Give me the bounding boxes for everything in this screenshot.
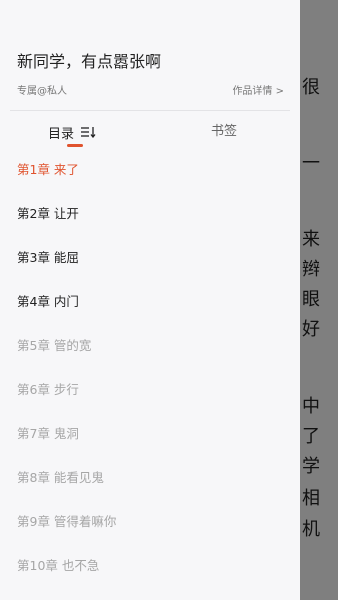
book-detail-link[interactable]: 作品详情 > [232, 82, 284, 97]
book-title: 新同学，有点嚣张啊 [17, 52, 162, 71]
tab-toc[interactable]: 目录 [48, 120, 96, 144]
book-author: 专属@私人 [17, 86, 67, 97]
sort-order-icon[interactable] [80, 126, 96, 138]
chapter-item[interactable]: 第10章 也不急 [17, 544, 99, 588]
chapter-item[interactable]: 第6章 步行 [17, 368, 79, 412]
tab-bookmark[interactable]: 书签 [211, 120, 237, 144]
chapter-item[interactable]: 第1章 来了 [17, 148, 79, 192]
header-divider [10, 110, 290, 111]
tab-toc-label: 目录 [48, 126, 75, 142]
chapter-item[interactable]: 第9章 管得着嘛你 [17, 500, 116, 544]
chapter-item[interactable]: 第7章 鬼洞 [17, 412, 79, 456]
chapter-item[interactable]: 第3章 能屈 [17, 236, 79, 280]
toc-drawer: 新同学，有点嚣张啊 专属@私人 作品详情 > 目录 书签 第1章 来了 第2章 … [0, 0, 300, 600]
chapter-item[interactable]: 第4章 内门 [17, 280, 79, 324]
chapter-item[interactable]: 第2章 让开 [17, 192, 79, 236]
tab-active-indicator [67, 144, 83, 147]
chapter-item[interactable]: 第8章 能看见鬼 [17, 456, 104, 500]
chapter-item[interactable]: 第5章 管的宽 [17, 324, 91, 368]
